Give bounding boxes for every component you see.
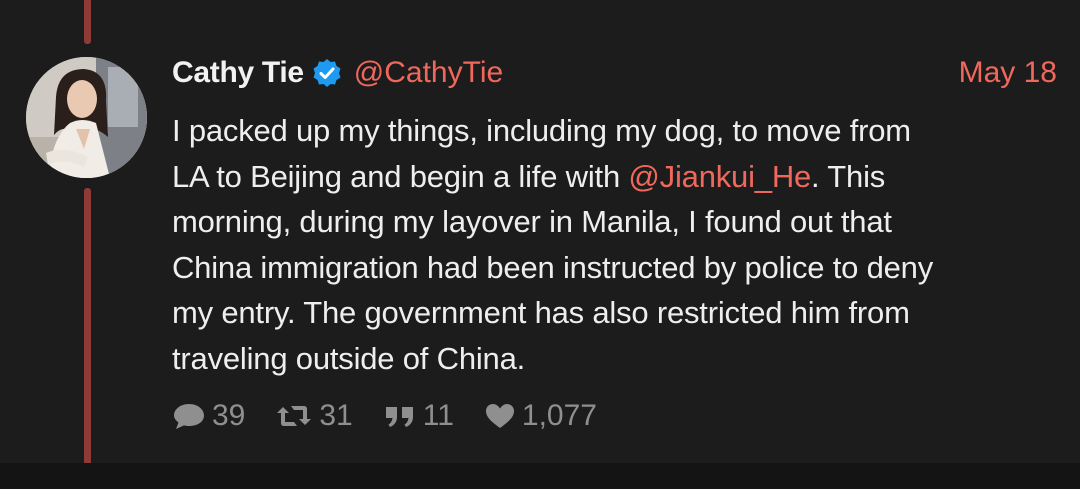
like-button[interactable]: 1,077 <box>484 399 597 433</box>
tweet-text-line: I packed up my things, including my dog,… <box>172 113 911 148</box>
tweet-text-line: morning, during my layover in Manila, I … <box>172 204 892 239</box>
tweet-actions: 39 31 11 1,077 <box>172 394 627 438</box>
tweet-header: Cathy Tie @CathyTie May 18 <box>172 50 1057 96</box>
retweet-icon <box>277 406 312 426</box>
next-tweet-divider <box>0 463 1080 489</box>
tweet-text-line: LA to Beijing and begin a life with @Jia… <box>172 158 886 194</box>
tweet-text-line: my entry. The government has also restri… <box>172 295 910 330</box>
retweet-button[interactable]: 31 <box>275 399 353 433</box>
tweet-date[interactable]: May 18 <box>959 56 1057 90</box>
reply-count: 39 <box>212 399 246 432</box>
author-handle[interactable]: @CathyTie <box>354 56 503 90</box>
tweet-text-line: China immigration had been instructed by… <box>172 249 934 285</box>
quote-button[interactable]: 11 <box>383 399 454 433</box>
retweet-count: 31 <box>319 399 353 432</box>
avatar[interactable] <box>26 57 147 178</box>
tweet-text: I packed up my things, including my dog,… <box>172 108 1062 381</box>
quote-count: 11 <box>422 399 454 432</box>
thread-line-bottom <box>84 188 91 486</box>
quote-icon <box>385 407 413 427</box>
verified-badge-icon <box>312 58 342 88</box>
heart-icon <box>485 404 514 428</box>
like-count: 1,077 <box>521 399 597 432</box>
reply-button[interactable]: 39 <box>172 399 245 433</box>
author-name[interactable]: Cathy Tie <box>172 56 304 90</box>
tweet-text-line: traveling outside of China. <box>172 340 526 376</box>
speech-bubble-icon <box>174 404 204 429</box>
mention-link[interactable]: @Jiankui_He <box>628 159 811 194</box>
tweet-card[interactable]: Cathy Tie @CathyTie May 18 I packed up m… <box>0 0 1080 486</box>
thread-line-top <box>84 0 91 44</box>
